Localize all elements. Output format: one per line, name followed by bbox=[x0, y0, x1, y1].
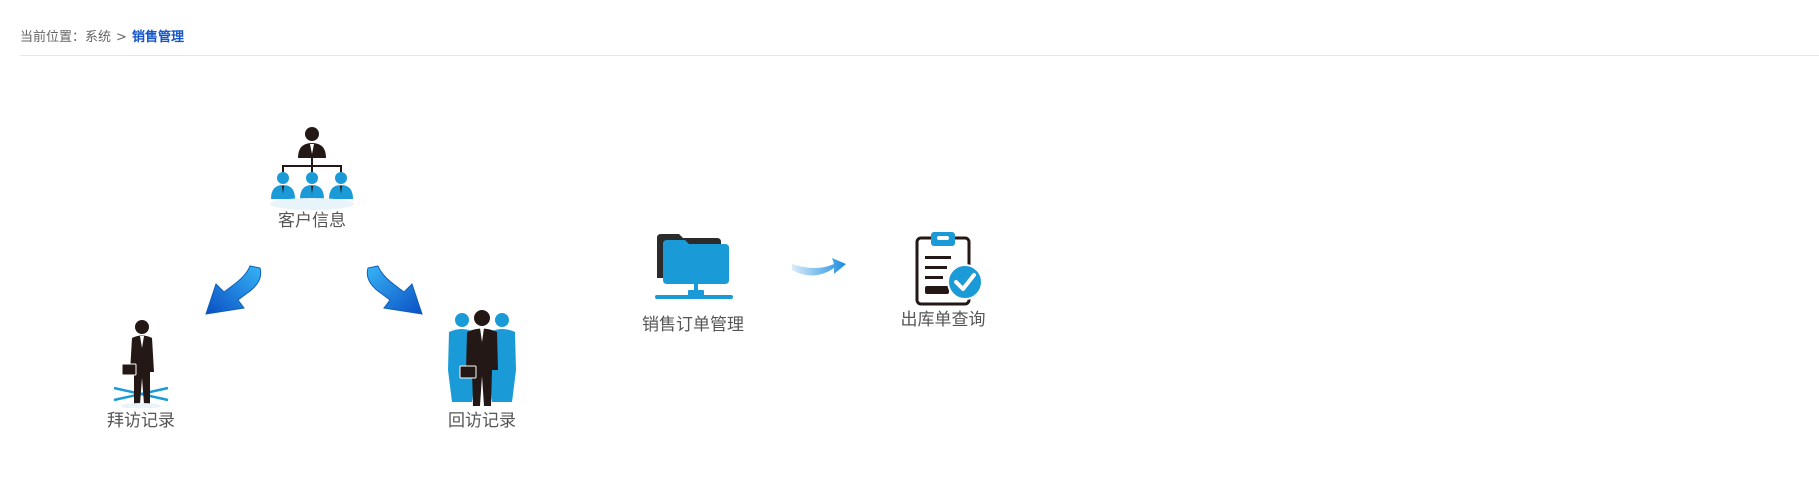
module-return-visit-record[interactable]: 回访记录 bbox=[436, 310, 528, 431]
arrow-down-right-icon bbox=[366, 265, 423, 315]
arrow-down-left-icon bbox=[205, 265, 262, 315]
breadcrumb-separator: > bbox=[116, 30, 127, 45]
breadcrumb-prefix: 当前位置： bbox=[20, 30, 86, 45]
module-outbound-query[interactable]: 出库单查询 bbox=[888, 230, 998, 330]
network-folder-icon bbox=[655, 234, 733, 299]
module-visit-record[interactable]: 拜访记录 bbox=[100, 318, 182, 431]
module-label: 拜访记录 bbox=[107, 411, 175, 431]
module-label: 销售订单管理 bbox=[642, 315, 744, 335]
breadcrumb: 当前位置：系统 > 销售管理 bbox=[20, 26, 184, 45]
module-sales-order[interactable]: 销售订单管理 bbox=[633, 232, 753, 335]
module-label: 出库单查询 bbox=[900, 310, 986, 330]
breadcrumb-system-link[interactable]: 系统 bbox=[85, 30, 111, 45]
clipboard-check-icon bbox=[915, 232, 983, 306]
module-label: 回访记录 bbox=[448, 411, 516, 431]
module-label: 客户信息 bbox=[278, 211, 346, 231]
breadcrumb-current[interactable]: 销售管理 bbox=[132, 30, 184, 45]
module-customer-info[interactable]: 客户信息 bbox=[266, 124, 358, 231]
team-icon bbox=[448, 310, 516, 406]
org-chart-icon bbox=[270, 127, 354, 210]
businessman-icon bbox=[113, 320, 169, 408]
flow-arrow-right-icon bbox=[792, 258, 846, 276]
sales-management-page: 当前位置：系统 > 销售管理 客户信息 拜访记录 回访记录 销售订单管理 出库单… bbox=[0, 0, 1819, 494]
header-divider bbox=[20, 55, 1819, 56]
